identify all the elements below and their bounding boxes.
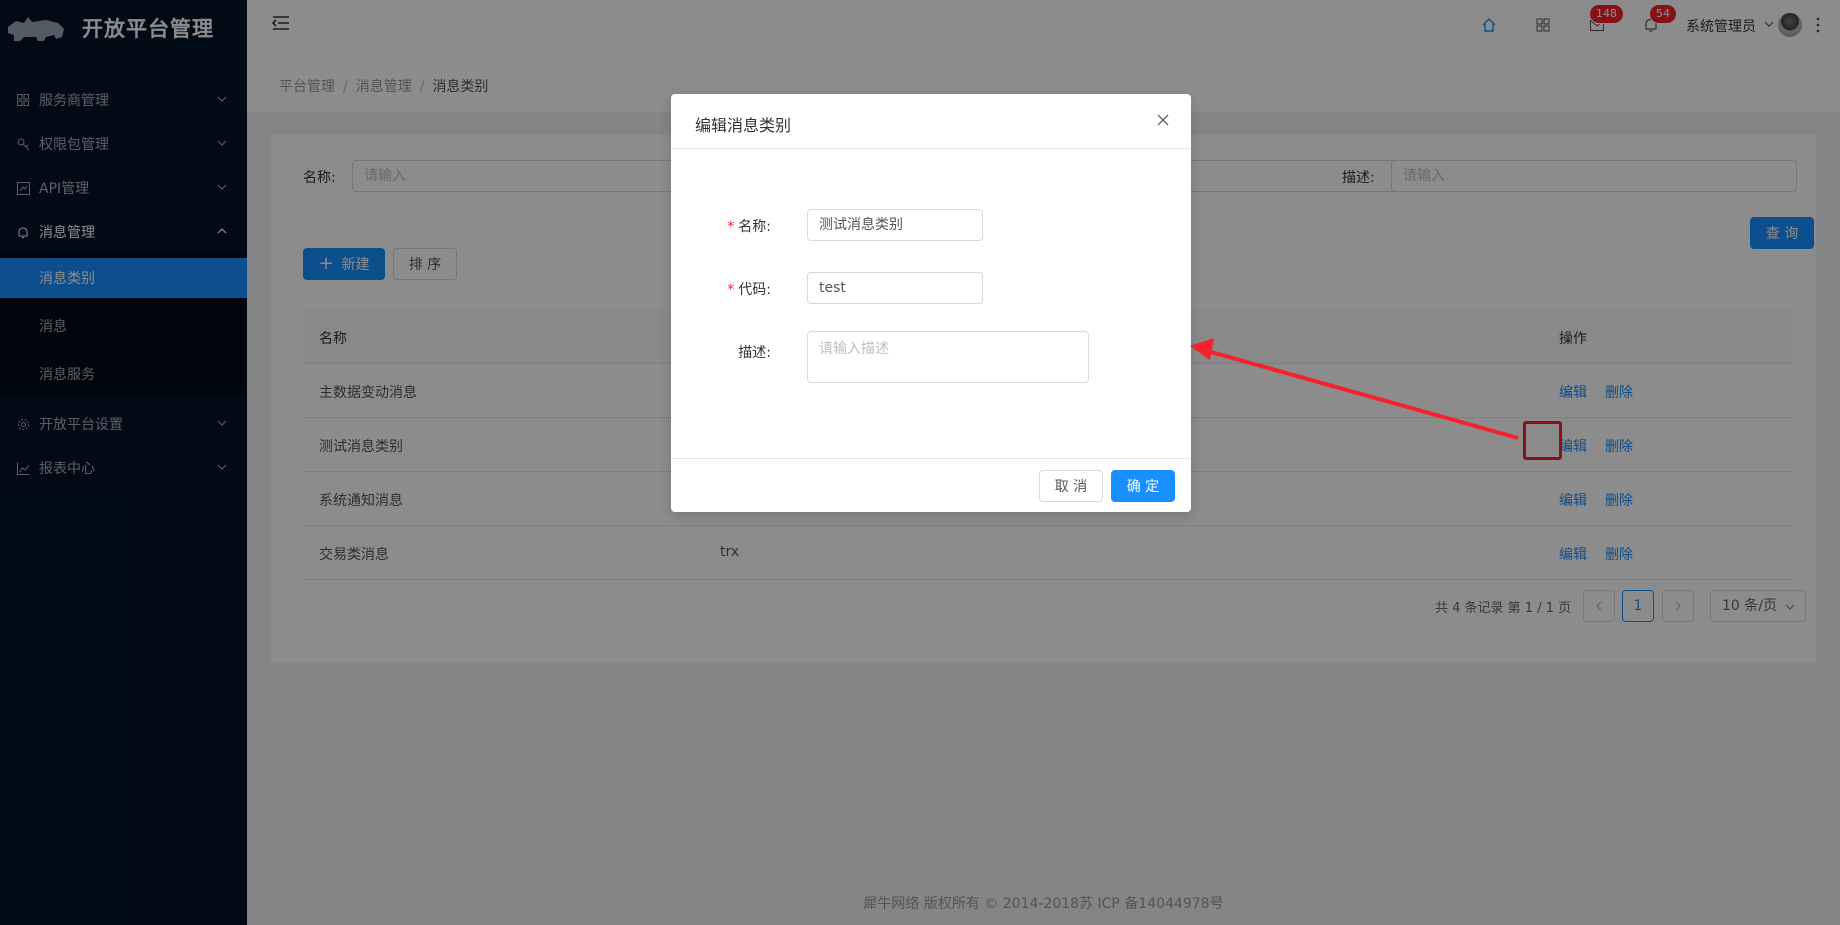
desc-field-label: 描述: [738, 345, 771, 361]
dialog-footer-divider [671, 458, 1191, 459]
edit-category-dialog: 编辑消息类别 * 名称: 测试消息类别 * 代码: test 描述: 请输入描述 取… [671, 94, 1191, 512]
code-field[interactable]: test [807, 272, 983, 304]
name-field-label: * 名称: [727, 219, 771, 235]
dialog-header-divider [671, 148, 1191, 149]
code-field-label: * 代码: [727, 282, 771, 298]
name-field[interactable]: 测试消息类别 [807, 209, 983, 241]
dialog-title: 编辑消息类别 [695, 116, 792, 135]
cancel-button[interactable]: 取 消 [1039, 470, 1103, 502]
close-icon[interactable] [1155, 112, 1171, 128]
ok-button[interactable]: 确 定 [1111, 470, 1175, 502]
desc-textarea[interactable]: 请输入描述 [807, 331, 1089, 383]
